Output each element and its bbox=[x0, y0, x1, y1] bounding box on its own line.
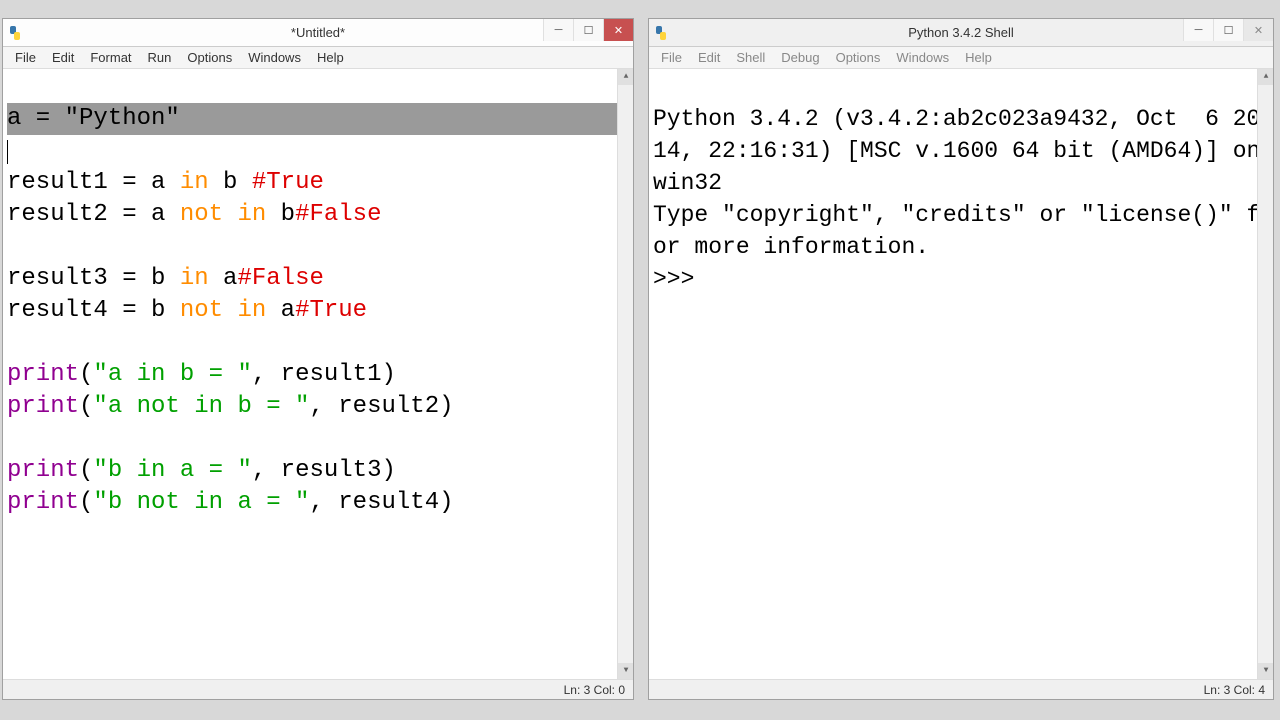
cursor-position: Ln: 3 Col: 0 bbox=[564, 683, 625, 697]
text-cursor bbox=[7, 140, 8, 164]
window-controls: ─ ☐ ✕ bbox=[1183, 19, 1273, 41]
maximize-button[interactable]: ☐ bbox=[1213, 19, 1243, 41]
menu-help[interactable]: Help bbox=[309, 48, 352, 67]
editor-window: *Untitled* ─ ☐ ✕ File Edit Format Run Op… bbox=[2, 18, 634, 700]
menu-windows[interactable]: Windows bbox=[240, 48, 309, 67]
selection-line1: a = "Python" bbox=[7, 103, 629, 135]
minimize-button[interactable]: ─ bbox=[543, 19, 573, 41]
scrollbar[interactable]: ▲ ▼ bbox=[617, 69, 633, 679]
titlebar[interactable]: *Untitled* ─ ☐ ✕ bbox=[3, 19, 633, 47]
python-icon bbox=[7, 25, 23, 41]
prompt: >>> bbox=[653, 266, 708, 292]
scroll-down-icon[interactable]: ▼ bbox=[618, 663, 633, 679]
maximize-button[interactable]: ☐ bbox=[573, 19, 603, 41]
close-button[interactable]: ✕ bbox=[1243, 19, 1273, 41]
titlebar[interactable]: Python 3.4.2 Shell ─ ☐ ✕ bbox=[649, 19, 1273, 47]
statusbar: Ln: 3 Col: 0 bbox=[3, 679, 633, 699]
menu-file[interactable]: File bbox=[7, 48, 44, 67]
scroll-up-icon[interactable]: ▲ bbox=[1258, 69, 1273, 85]
menu-format[interactable]: Format bbox=[82, 48, 139, 67]
menu-options[interactable]: Options bbox=[179, 48, 240, 67]
window-controls: ─ ☐ ✕ bbox=[543, 19, 633, 41]
window-title: *Untitled* bbox=[291, 25, 345, 40]
menu-run[interactable]: Run bbox=[140, 48, 180, 67]
python-banner: Python 3.4.2 (v3.4.2:ab2c023a9432, Oct 6… bbox=[653, 106, 1273, 196]
menu-file[interactable]: File bbox=[653, 48, 690, 67]
menu-edit[interactable]: Edit bbox=[690, 48, 728, 67]
menu-windows[interactable]: Windows bbox=[888, 48, 957, 67]
menubar: File Edit Shell Debug Options Windows He… bbox=[649, 47, 1273, 69]
menu-options[interactable]: Options bbox=[828, 48, 889, 67]
shell-output[interactable]: Python 3.4.2 (v3.4.2:ab2c023a9432, Oct 6… bbox=[649, 69, 1273, 679]
shell-window: Python 3.4.2 Shell ─ ☐ ✕ File Edit Shell… bbox=[648, 18, 1274, 700]
scroll-up-icon[interactable]: ▲ bbox=[618, 69, 633, 85]
window-title: Python 3.4.2 Shell bbox=[908, 25, 1014, 40]
menu-debug[interactable]: Debug bbox=[773, 48, 827, 67]
menubar: File Edit Format Run Options Windows Hel… bbox=[3, 47, 633, 69]
code-editor[interactable]: a = "Python"b = "Learn Python" result1 =… bbox=[3, 69, 633, 679]
minimize-button[interactable]: ─ bbox=[1183, 19, 1213, 41]
menu-help[interactable]: Help bbox=[957, 48, 1000, 67]
scroll-down-icon[interactable]: ▼ bbox=[1258, 663, 1273, 679]
menu-shell[interactable]: Shell bbox=[728, 48, 773, 67]
scrollbar[interactable]: ▲ ▼ bbox=[1257, 69, 1273, 679]
menu-edit[interactable]: Edit bbox=[44, 48, 82, 67]
cursor-position: Ln: 3 Col: 4 bbox=[1204, 683, 1265, 697]
python-help-text: Type "copyright", "credits" or "license(… bbox=[653, 202, 1260, 260]
python-icon bbox=[653, 25, 669, 41]
statusbar: Ln: 3 Col: 4 bbox=[649, 679, 1273, 699]
close-button[interactable]: ✕ bbox=[603, 19, 633, 41]
